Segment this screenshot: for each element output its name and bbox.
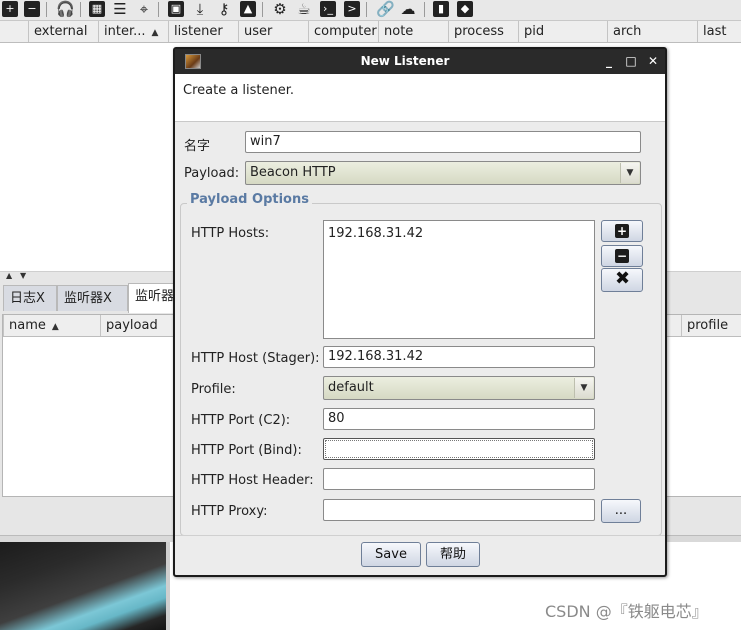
- picture-icon[interactable]: ▲: [240, 1, 256, 17]
- profile-label: Profile:: [191, 382, 236, 397]
- dialog-description-panel: Create a listener.: [175, 74, 665, 122]
- close-icon: ✖: [615, 268, 631, 289]
- add-host-button[interactable]: +: [601, 220, 643, 242]
- key-icon[interactable]: ⚷: [216, 1, 232, 17]
- toolbar-separator: [366, 2, 367, 17]
- tab-listeners-1[interactable]: 监听器X: [57, 285, 128, 311]
- collapse-up-icon[interactable]: ▲: [6, 271, 12, 280]
- link-icon[interactable]: 🔗: [376, 1, 395, 17]
- plus-icon[interactable]: +: [2, 1, 18, 17]
- remove-host-button[interactable]: −: [601, 245, 643, 267]
- column-pid[interactable]: pid: [518, 21, 607, 42]
- http-hosts-label: HTTP Hosts:: [191, 226, 270, 241]
- proxy-label: HTTP Proxy:: [191, 504, 268, 519]
- payload-select[interactable]: Beacon HTTP ▼: [245, 161, 641, 185]
- terminal-icon[interactable]: ›_: [320, 1, 336, 17]
- column-arch[interactable]: arch: [607, 21, 697, 42]
- column-external[interactable]: external: [28, 21, 98, 42]
- port-bind-label: HTTP Port (Bind):: [191, 443, 302, 458]
- dialog-description: Create a listener.: [183, 83, 295, 98]
- toolbar-separator: [80, 2, 81, 17]
- collapse-down-icon[interactable]: ▼: [20, 271, 26, 280]
- book-icon[interactable]: ▮: [433, 1, 449, 17]
- column-profile[interactable]: profile: [681, 315, 741, 336]
- port-c2-label: HTTP Port (C2):: [191, 413, 291, 428]
- port-c2-input[interactable]: 80: [323, 408, 595, 430]
- coffee-icon[interactable]: ☕: [296, 1, 312, 17]
- cloud-icon[interactable]: ☁: [400, 1, 416, 17]
- column-computer[interactable]: computer: [308, 21, 378, 42]
- save-button[interactable]: Save: [361, 542, 421, 567]
- plus-icon: +: [615, 224, 629, 238]
- toolbar-separator: [46, 2, 47, 17]
- dialog-title: New Listener: [360, 54, 450, 68]
- new-listener-dialog: New Listener _ □ ✕ Create a listener. 名字…: [173, 47, 667, 577]
- minimize-icon[interactable]: _: [601, 53, 617, 69]
- column-last[interactable]: last: [697, 21, 741, 42]
- profile-selected-value: default: [328, 380, 374, 395]
- terminal-icon[interactable]: >: [344, 1, 360, 17]
- maximize-icon[interactable]: □: [623, 53, 639, 69]
- watermark-text: CSDN @『铁躯电芯』: [545, 602, 708, 621]
- sort-ascending-icon: ▲: [151, 28, 159, 38]
- help-button[interactable]: 帮助: [426, 542, 480, 567]
- column-user[interactable]: user: [238, 21, 308, 42]
- screenshot-icon[interactable]: ▦: [89, 1, 105, 17]
- tab-listeners-2[interactable]: 监听器: [128, 283, 178, 313]
- port-bind-input[interactable]: [323, 438, 595, 460]
- column-name[interactable]: name ▲: [3, 315, 100, 336]
- target-icon[interactable]: ⌖: [136, 1, 152, 17]
- profile-select[interactable]: default ▼: [323, 376, 595, 400]
- column-process[interactable]: process: [448, 21, 518, 42]
- column-internal[interactable]: inter... ▲: [98, 21, 168, 42]
- beacon-table-header: external inter... ▲ listener user compute…: [0, 21, 741, 43]
- proxy-input[interactable]: [323, 499, 595, 521]
- minus-icon[interactable]: −: [24, 1, 40, 17]
- desktop-thumbnail: [0, 542, 166, 630]
- headphones-icon[interactable]: 🎧: [56, 1, 75, 17]
- list-item[interactable]: 192.168.31.42: [328, 226, 590, 241]
- clear-hosts-button[interactable]: ✖: [601, 268, 643, 292]
- host-header-input[interactable]: [323, 468, 595, 490]
- host-stager-label: HTTP Host (Stager):: [191, 351, 320, 366]
- http-hosts-list[interactable]: 192.168.31.42: [323, 220, 595, 339]
- toolbar: + − 🎧 ▦ ☰ ⌖ ▣ ⤓ ⚷ ▲ ⚙ ☕ ›_ > 🔗 ☁ ▮ ◆: [0, 0, 741, 21]
- toolbar-separator: [158, 2, 159, 17]
- list-icon[interactable]: ☰: [112, 1, 128, 17]
- sort-ascending-icon: ▲: [51, 322, 59, 332]
- dialog-footer-divider: [175, 535, 665, 536]
- tab-log[interactable]: 日志X: [3, 285, 57, 311]
- dialog-titlebar[interactable]: New Listener _ □ ✕: [175, 49, 665, 74]
- chevron-down-icon: ▼: [574, 378, 593, 398]
- column-listener[interactable]: listener: [168, 21, 238, 42]
- proxy-settings-button[interactable]: ...: [601, 499, 641, 523]
- column-note[interactable]: note: [378, 21, 448, 42]
- gear-icon[interactable]: ⚙: [272, 1, 288, 17]
- chevron-down-icon: ▼: [620, 163, 639, 183]
- toolbar-separator: [424, 2, 425, 17]
- toolbar-separator: [262, 2, 263, 17]
- host-stager-input[interactable]: 192.168.31.42: [323, 346, 595, 368]
- minus-icon: −: [615, 249, 629, 263]
- name-input[interactable]: win7: [245, 131, 641, 153]
- host-header-label: HTTP Host Header:: [191, 473, 314, 488]
- payload-label: Payload:: [184, 166, 240, 181]
- image-icon[interactable]: ▣: [168, 1, 184, 17]
- package-icon[interactable]: ◆: [457, 1, 473, 17]
- payload-selected-value: Beacon HTTP: [250, 165, 336, 180]
- name-label: 名字: [184, 139, 211, 154]
- close-icon[interactable]: ✕: [645, 53, 661, 69]
- download-icon[interactable]: ⤓: [192, 1, 208, 17]
- payload-options-title: Payload Options: [187, 192, 312, 207]
